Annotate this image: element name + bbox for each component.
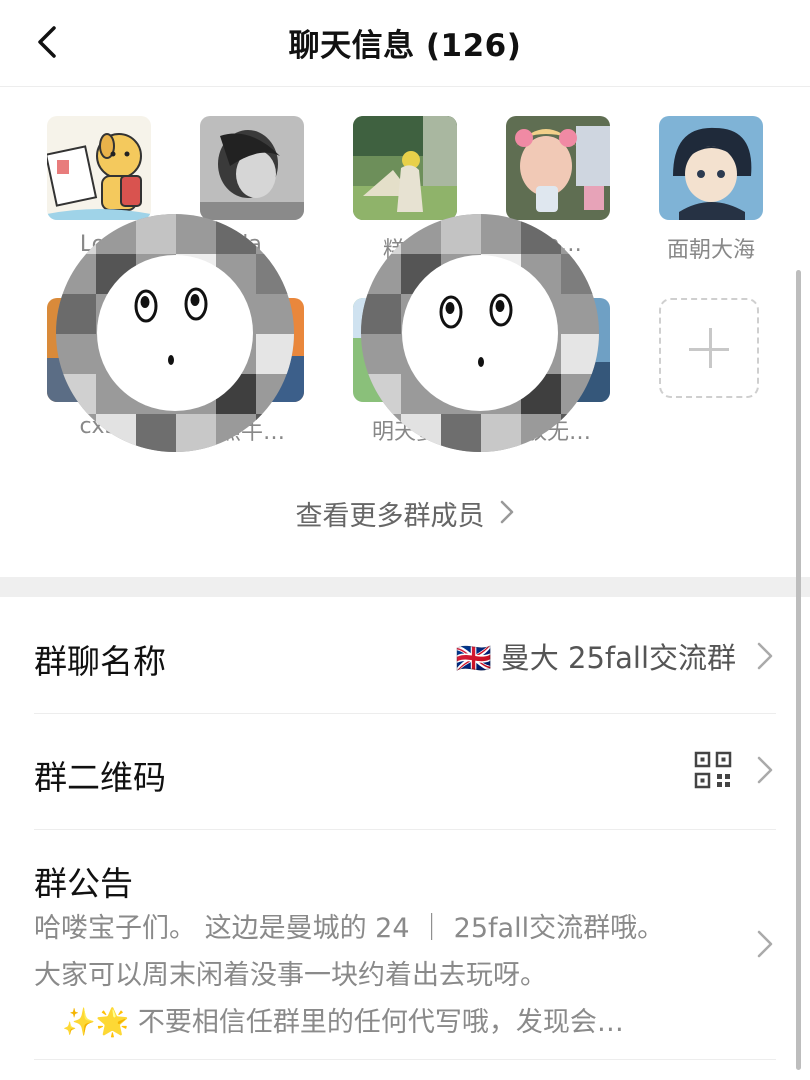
member-name: 面朝大海 bbox=[666, 238, 755, 263]
member-item[interactable]: 面朝大海 bbox=[659, 116, 763, 264]
group-name-label: 群聊名称 bbox=[34, 642, 166, 681]
add-member-button[interactable] bbox=[659, 298, 763, 398]
qr-code-row[interactable]: 群二维码 bbox=[34, 713, 776, 830]
view-more-label: 查看更多群成员 bbox=[295, 501, 485, 532]
privacy-sticker bbox=[56, 214, 294, 452]
avatar bbox=[353, 116, 457, 220]
nav-bar: 聊天信息 (126) bbox=[0, 0, 810, 87]
chevron-right-icon bbox=[499, 499, 515, 532]
chevron-right-icon bbox=[757, 756, 773, 784]
view-more-members-link[interactable]: 查看更多群成员 bbox=[0, 494, 810, 533]
group-notice-row[interactable]: 群公告 哈喽宝子们。 这边是曼城的 24 ｜ 25fall交流群哦。 大家可以周… bbox=[34, 829, 776, 1060]
notice-line: 哈喽宝子们。 这边是曼城的 24 ｜ 25fall交流群哦。 bbox=[34, 913, 665, 944]
group-name-text: 曼大 25fall交流群 bbox=[500, 641, 736, 675]
notice-line: ✨🌟 不要相信任群里的任何代写哦，发现会… bbox=[62, 1007, 624, 1038]
uk-flag-icon: 🇬🇧 bbox=[455, 641, 492, 675]
plus-icon bbox=[659, 298, 759, 398]
section-divider bbox=[0, 577, 810, 597]
page-title: 聊天信息 (126) bbox=[288, 28, 522, 64]
avatar bbox=[47, 116, 151, 220]
privacy-sticker bbox=[361, 214, 599, 452]
group-name-row[interactable]: 群聊名称 🇬🇧 曼大 25fall交流群 bbox=[34, 597, 776, 714]
scrollbar[interactable] bbox=[796, 270, 801, 1070]
qr-code-label: 群二维码 bbox=[34, 758, 166, 797]
avatar bbox=[659, 116, 763, 220]
qr-code-icon bbox=[694, 751, 732, 789]
avatar bbox=[506, 116, 610, 220]
group-notice-content: 哈喽宝子们。 这边是曼城的 24 ｜ 25fall交流群哦。 大家可以周末闲着没… bbox=[34, 905, 734, 1046]
group-name-value: 🇬🇧 曼大 25fall交流群 bbox=[455, 635, 736, 677]
notice-line: 大家可以周末闲着没事一块约着出去玩呀。 bbox=[34, 960, 547, 991]
chevron-right-icon bbox=[757, 642, 773, 670]
chevron-right-icon bbox=[757, 930, 773, 958]
avatar bbox=[200, 116, 304, 220]
group-notice-label: 群公告 bbox=[34, 864, 133, 903]
